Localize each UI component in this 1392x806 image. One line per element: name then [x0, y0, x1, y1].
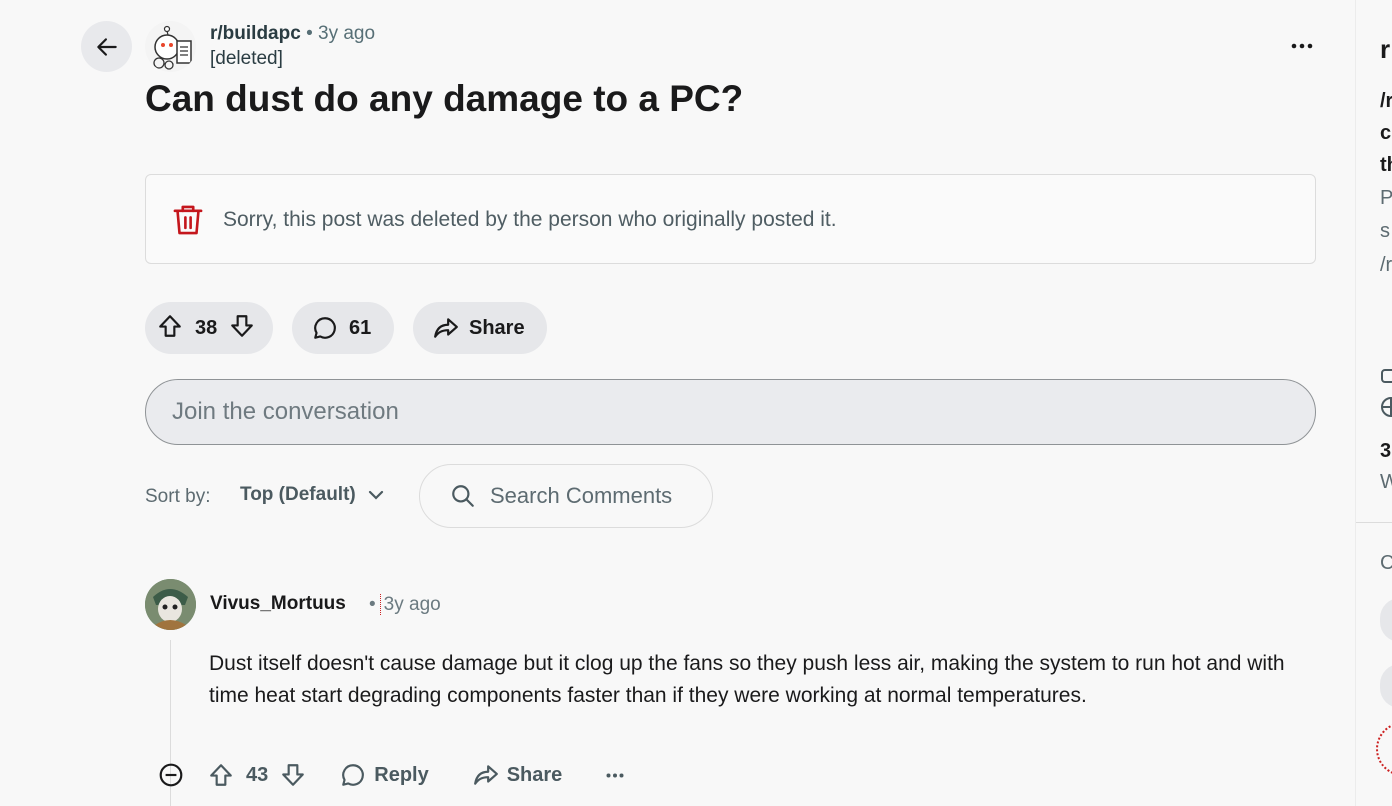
search-comments-button[interactable]: Search Comments [419, 464, 713, 528]
subreddit-avatar[interactable] [145, 21, 196, 72]
post-meta: r/buildapc • 3y ago [210, 23, 375, 45]
cake-icon [1381, 369, 1392, 383]
post-comment-count: 61 [349, 316, 372, 339]
post-vote-count: 38 [195, 316, 218, 339]
downvote-icon[interactable] [229, 313, 255, 344]
avatar[interactable] [145, 579, 196, 630]
post-more-button[interactable] [1286, 34, 1318, 58]
sidebar-text: 3 [1380, 440, 1392, 462]
sidebar-avatar[interactable] [1376, 722, 1392, 776]
comment-share-label: Share [506, 763, 563, 786]
comment-more-button[interactable] [606, 773, 624, 778]
post-age: • 3y ago [306, 23, 376, 44]
snoo-icon [153, 25, 192, 70]
sort-selected: Top (Default) [240, 484, 356, 505]
sidebar-button[interactable] [1380, 598, 1392, 642]
comment-meta: • 3y ago [369, 594, 441, 616]
sidebar-text: P [1380, 187, 1392, 210]
deleted-message: Sorry, this post was deleted by the pers… [223, 208, 837, 231]
comment-vote-count: 43 [246, 763, 269, 786]
more-icon [606, 773, 624, 777]
post-share-label: Share [469, 316, 525, 339]
sidebar-text: C [1380, 552, 1392, 575]
upvote-icon[interactable] [157, 313, 183, 344]
comment-icon [342, 764, 365, 786]
deleted-notice: Sorry, this post was deleted by the pers… [145, 174, 1316, 264]
subreddit-link[interactable]: r/buildapc [210, 23, 301, 44]
chevron-down-icon [368, 490, 383, 500]
back-arrow-icon [96, 37, 117, 56]
sidebar-divider [1356, 522, 1392, 523]
post-share-button[interactable]: Share [413, 302, 547, 354]
collapse-icon[interactable] [158, 762, 184, 788]
sort-dropdown[interactable]: Top (Default) [240, 484, 384, 506]
sidebar-text: c [1380, 122, 1392, 144]
downvote-icon[interactable] [280, 762, 306, 788]
back-button[interactable] [81, 21, 132, 72]
reply-button[interactable]: Reply [340, 762, 429, 788]
sidebar-text: r [1380, 34, 1391, 64]
join-conversation-input[interactable]: Join the conversation [145, 379, 1316, 445]
comment-age: 3y ago [383, 594, 441, 615]
sidebar-text: W [1380, 471, 1392, 494]
comment-body: Dust itself doesn't cause damage but it … [209, 652, 1285, 707]
post-title: Can dust do any damage to a PC? [145, 78, 744, 119]
search-comments-label: Search Comments [490, 483, 673, 508]
comment-share-button[interactable]: Share [473, 762, 563, 788]
sidebar-text: /r [1380, 90, 1392, 112]
sidebar-text: s [1380, 220, 1390, 242]
meta-separator: • [369, 594, 376, 615]
post-comments-button[interactable]: 61 [292, 302, 394, 354]
trash-icon [172, 203, 204, 242]
comment-icon [314, 317, 336, 339]
sidebar-button[interactable] [1380, 664, 1392, 708]
comment-author[interactable]: Vivus_Mortuus [210, 593, 346, 615]
more-icon [1291, 43, 1313, 49]
post-author: [deleted] [210, 48, 283, 69]
upvote-icon[interactable] [208, 762, 234, 788]
right-sidebar: r /r c th P s /r 3 W C [1355, 0, 1392, 806]
sidebar-text: /r [1380, 254, 1392, 276]
globe-icon [1381, 397, 1392, 417]
share-icon [473, 765, 498, 785]
post-vote-bar: 38 [145, 302, 273, 354]
sidebar-text: th [1380, 154, 1392, 176]
comment-actions: 43 Reply Share [158, 760, 624, 790]
sort-label: Sort by: [145, 486, 211, 507]
reply-label: Reply [374, 763, 429, 786]
search-icon [452, 485, 474, 507]
share-icon [434, 318, 458, 338]
